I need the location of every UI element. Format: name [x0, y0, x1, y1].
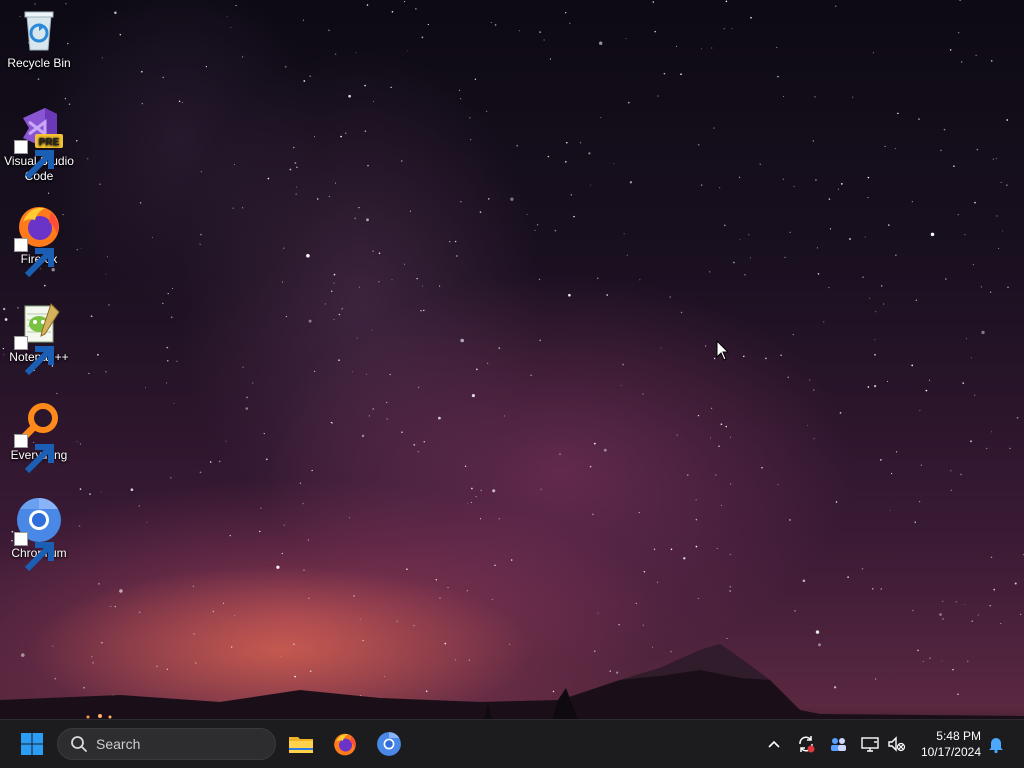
firefox-icon	[334, 733, 356, 756]
taskbar-clock[interactable]: 5:48 PM 10/17/2024	[901, 728, 981, 760]
wallpaper-mountains	[0, 644, 1024, 720]
desktop-icon-visual-studio-code[interactable]: PRE Visual Studio Code	[2, 104, 76, 184]
network-icon[interactable]	[860, 734, 880, 754]
shortcut-arrow-icon	[14, 532, 54, 572]
shortcut-arrow-icon	[14, 336, 54, 376]
shortcut-arrow-icon	[14, 434, 54, 474]
shortcut-arrow-icon	[14, 140, 54, 180]
start-button[interactable]	[16, 728, 48, 760]
search-icon	[71, 736, 87, 752]
desktop-icon-chromium[interactable]: Chromium	[2, 496, 76, 572]
taskbar-firefox[interactable]	[329, 728, 361, 760]
desktop-icon-everything[interactable]: Everything	[2, 398, 76, 474]
windows-start-icon	[21, 733, 43, 755]
chevron-up-icon[interactable]	[764, 734, 784, 754]
clock-time: 5:48 PM	[936, 729, 981, 743]
desktop-icon-notepad-plus-plus[interactable]: Notepad++	[2, 300, 76, 376]
clock-date: 10/17/2024	[920, 745, 981, 759]
firefox-icon	[14, 202, 63, 278]
everything-search-icon	[14, 398, 63, 474]
taskbar-chromium[interactable]	[373, 728, 405, 760]
sync-icon[interactable]	[796, 734, 816, 754]
recycle-bin-icon	[15, 6, 63, 54]
desktop-icon-firefox[interactable]: Firefox	[2, 202, 76, 278]
desktop-icon-label: Recycle Bin	[7, 56, 71, 70]
people-icon[interactable]	[828, 734, 848, 754]
taskbar-file-explorer[interactable]	[285, 728, 317, 760]
chromium-icon	[377, 732, 401, 756]
bell-icon[interactable]	[986, 734, 1006, 754]
taskbar: Search 5:48 PM 10/17/2024	[0, 719, 1024, 768]
desktop-icon-recycle-bin[interactable]: Recycle Bin	[2, 6, 76, 71]
taskbar-search-box[interactable]: Search	[57, 728, 276, 760]
notepad-plus-plus-icon	[14, 300, 63, 376]
wallpaper-stars	[2, 0, 1024, 698]
visual-studio-pre-icon: PRE	[14, 104, 63, 180]
shortcut-arrow-icon	[14, 238, 54, 278]
folder-icon	[289, 737, 313, 753]
search-placeholder: Search	[96, 736, 141, 752]
chromium-icon	[14, 496, 63, 572]
mouse-cursor-icon	[716, 340, 730, 361]
